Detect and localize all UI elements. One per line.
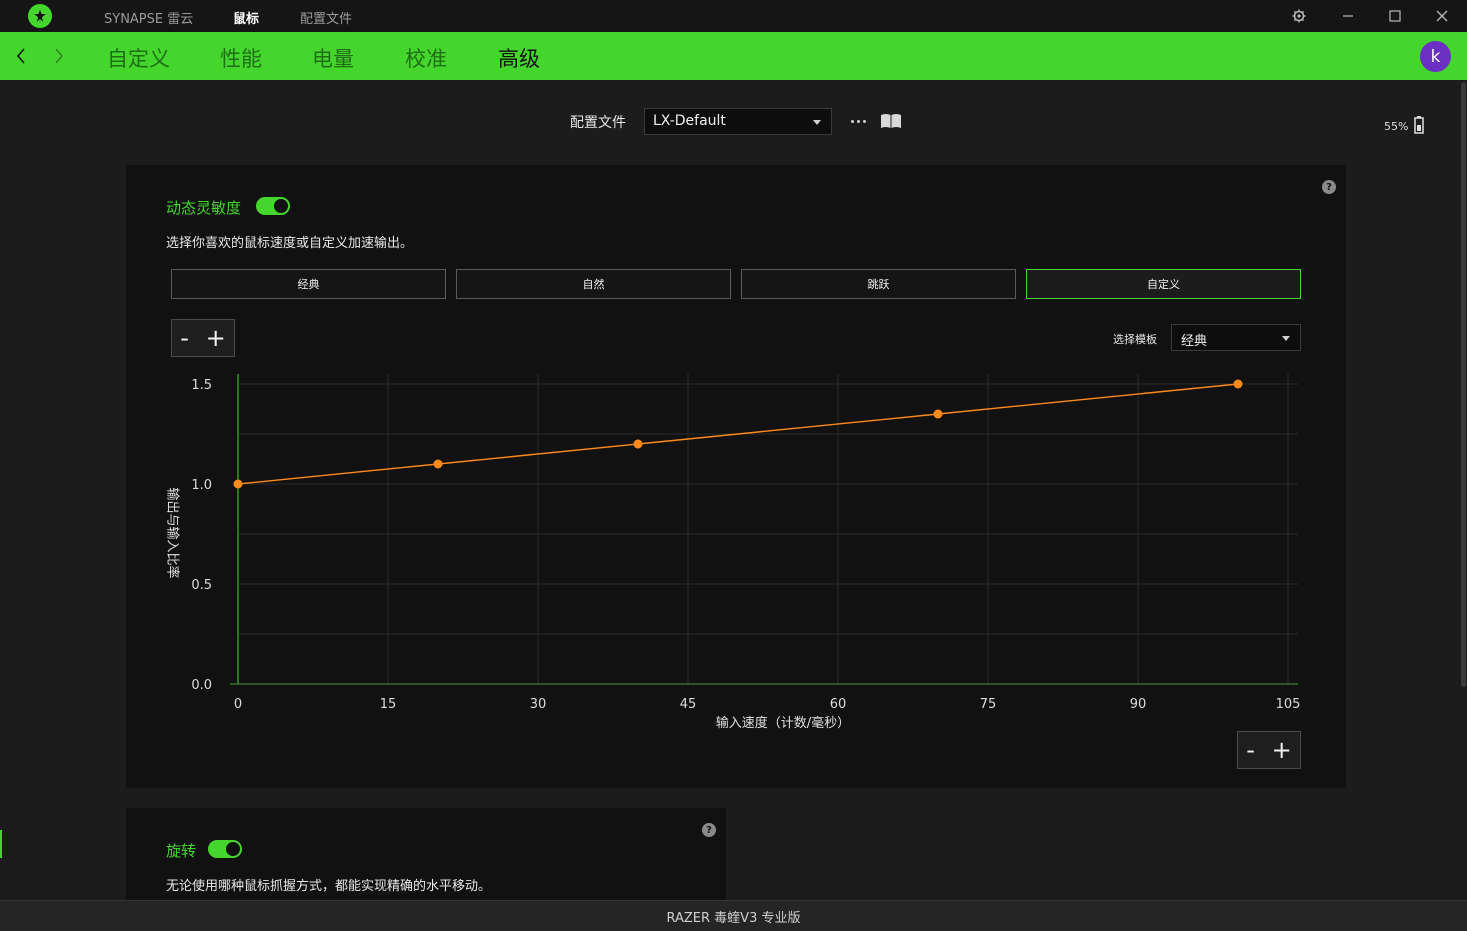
mode-jump-button[interactable]: 跳跃: [741, 269, 1016, 299]
curve-control-point[interactable]: [233, 479, 243, 489]
zoom-controls-bottom: - +: [1237, 731, 1301, 769]
rotation-description: 无论使用哪种鼠标抓握方式，都能实现精确的水平移动。: [166, 879, 492, 894]
settings-gear-icon[interactable]: [1289, 6, 1309, 26]
scrollbar-thumb[interactable]: [1461, 82, 1466, 687]
chevron-down-icon: [1282, 336, 1290, 341]
mode-custom-button[interactable]: 自定义: [1026, 269, 1301, 299]
nav-bar: 自定义 性能 电量 校准 高级 k: [0, 32, 1467, 80]
tab-calibration[interactable]: 校准: [405, 43, 447, 73]
title-tab-profile[interactable]: 配置文件: [300, 8, 352, 27]
status-bar: RAZER 毒蝰V3 专业版: [0, 900, 1467, 931]
back-arrow-icon[interactable]: [11, 44, 31, 68]
zoom-controls-top: - +: [171, 319, 235, 357]
tab-performance[interactable]: 性能: [220, 43, 262, 73]
x-tick-label: 0: [234, 697, 242, 712]
battery-percent: 55%: [1384, 120, 1409, 133]
curve-control-point[interactable]: [433, 459, 443, 469]
x-tick-label: 45: [680, 697, 697, 712]
profile-dropdown-value: LX-Default: [653, 113, 726, 129]
tab-power[interactable]: 电量: [312, 43, 354, 73]
help-icon[interactable]: ?: [1322, 180, 1336, 194]
mode-natural-button[interactable]: 自然: [456, 269, 731, 299]
title-synapse[interactable]: SYNAPSE 雷云: [104, 8, 193, 27]
rotation-toggle[interactable]: [208, 840, 242, 858]
y-tick-label: 0.5: [191, 578, 212, 593]
device-name: RAZER 毒蝰V3 专业版: [666, 910, 801, 926]
curve-control-point[interactable]: [933, 409, 943, 419]
zoom-in-button[interactable]: +: [206, 326, 226, 350]
tab-advanced[interactable]: 高级: [498, 43, 540, 73]
more-options-icon[interactable]: [848, 113, 868, 129]
tab-customize[interactable]: 自定义: [107, 43, 170, 73]
rotation-help-icon[interactable]: ?: [702, 823, 716, 837]
x-tick-label: 75: [980, 697, 997, 712]
zoom-out-button-bottom[interactable]: -: [1246, 738, 1255, 762]
x-tick-label: 30: [530, 697, 547, 712]
maximize-icon[interactable]: [1385, 6, 1405, 26]
x-tick-label: 15: [380, 697, 397, 712]
zoom-out-button[interactable]: -: [180, 326, 189, 350]
curve-control-point[interactable]: [1233, 379, 1243, 389]
mode-classic-button[interactable]: 经典: [171, 269, 446, 299]
profile-dropdown[interactable]: LX-Default: [644, 108, 832, 135]
title-bar: SYNAPSE 雷云 鼠标 配置文件: [0, 0, 1467, 32]
y-tick-label: 1.0: [191, 478, 212, 493]
chevron-down-icon: [813, 120, 821, 125]
edge-indicator: [0, 830, 2, 858]
template-dropdown[interactable]: 经典: [1171, 324, 1301, 351]
dynamic-sensitivity-title: 动态灵敏度: [166, 199, 242, 217]
chart-y-axis-label: 输出与输入比率: [164, 487, 180, 579]
razer-logo-icon[interactable]: [28, 4, 52, 28]
zoom-in-button-bottom[interactable]: +: [1272, 738, 1292, 762]
x-tick-label: 90: [1130, 697, 1147, 712]
template-dropdown-value: 经典: [1181, 334, 1208, 349]
x-tick-label: 60: [830, 697, 847, 712]
y-tick-label: 0.0: [191, 678, 212, 693]
rotation-title: 旋转: [166, 842, 197, 860]
chart-x-axis-label: 输入速度（计数/毫秒）: [716, 715, 850, 731]
y-tick-label: 1.5: [191, 378, 212, 393]
x-tick-label: 105: [1276, 697, 1301, 712]
template-label: 选择模板: [1113, 333, 1157, 346]
acceleration-curve-chart[interactable]: 0 15 30 45 60 75 90 105 0.0 0.5 1.0 1.5 输入速度（计数/毫秒）: [160, 368, 1310, 738]
forward-arrow-icon[interactable]: [49, 44, 69, 68]
curve-control-point[interactable]: [633, 439, 643, 449]
close-icon[interactable]: [1432, 6, 1452, 26]
battery-icon: [1414, 116, 1424, 134]
profile-label: 配置文件: [570, 115, 626, 131]
app-window: SYNAPSE 雷云 鼠标 配置文件 自定义 性能 电量 校准 高级 k 配置文…: [0, 0, 1467, 931]
book-icon[interactable]: [880, 113, 902, 129]
user-avatar[interactable]: k: [1420, 41, 1451, 72]
minimize-icon[interactable]: [1338, 6, 1358, 26]
dynamic-sensitivity-description: 选择你喜欢的鼠标速度或自定义加速输出。: [166, 236, 414, 251]
title-tab-mouse[interactable]: 鼠标: [233, 8, 259, 27]
dynamic-sensitivity-toggle[interactable]: [256, 197, 290, 215]
